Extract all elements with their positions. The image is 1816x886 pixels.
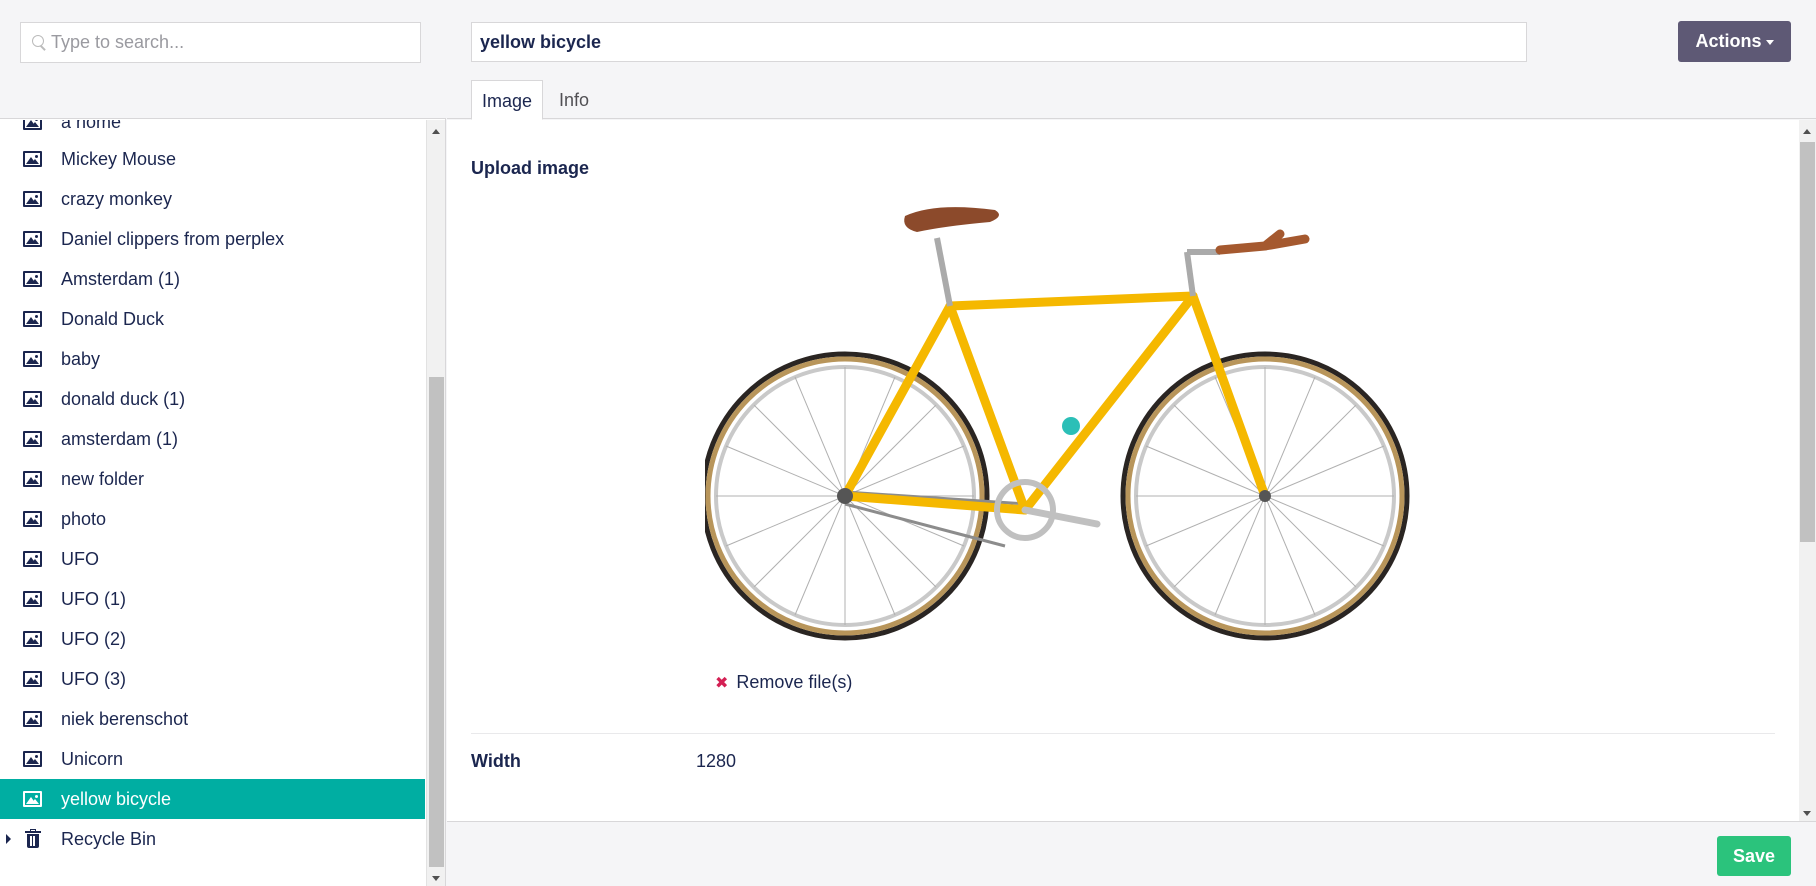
- image-icon: [23, 791, 42, 807]
- remove-icon: ✖: [715, 674, 729, 692]
- tree-item-label: Daniel clippers from perplex: [61, 229, 285, 249]
- tree-item-label: photo: [61, 509, 107, 529]
- search-box[interactable]: [20, 22, 421, 63]
- tree-item-label: UFO (1): [61, 589, 126, 609]
- tree-item-label: baby: [61, 349, 101, 369]
- tree-item-label: Donald Duck: [61, 309, 165, 329]
- tab-info[interactable]: Info: [543, 80, 605, 120]
- tree-item-label: Amsterdam (1): [61, 269, 181, 289]
- tree-item[interactable]: Unicorn: [0, 739, 425, 779]
- tree-item[interactable]: Amsterdam (1): [0, 259, 425, 299]
- tree-item-label: donald duck (1): [61, 389, 186, 409]
- bicycle-image[interactable]: [705, 194, 1425, 714]
- save-button[interactable]: Save: [1717, 836, 1791, 876]
- editor-content: Upload image ✖ Remove file(s) Width 1280: [447, 120, 1799, 821]
- search-input[interactable]: [51, 32, 411, 53]
- tree-item[interactable]: photo: [0, 499, 425, 539]
- tree-panel: a home Mickey Mouse crazy monkey Daniel …: [0, 0, 446, 886]
- image-icon: [23, 191, 42, 207]
- scrollbar-thumb[interactable]: [1800, 142, 1815, 542]
- scroll-down-icon[interactable]: [432, 876, 440, 881]
- tree-item-label: niek berenschot: [61, 709, 189, 729]
- tree-item[interactable]: Donald Duck: [0, 299, 425, 339]
- trash-icon: [25, 829, 41, 849]
- tree-item-recycle-bin[interactable]: Recycle Bin: [0, 819, 425, 859]
- tree-item[interactable]: niek berenschot: [0, 699, 425, 739]
- caret-down-icon: [1765, 39, 1774, 45]
- name-field[interactable]: [471, 22, 1527, 62]
- tree-item-label: UFO (2): [61, 629, 126, 649]
- image-icon: [23, 351, 42, 367]
- tree-item-label: UFO: [61, 549, 99, 569]
- width-label: Width: [471, 751, 521, 771]
- image-icon: [23, 120, 42, 130]
- width-value: 1280: [696, 751, 737, 771]
- tree-item-label: new folder: [61, 469, 145, 489]
- scroll-up-icon[interactable]: [432, 129, 440, 134]
- image-icon: [23, 271, 42, 287]
- image-icon: [23, 471, 42, 487]
- tree-item-label: crazy monkey: [61, 189, 173, 209]
- tree-item-label: Unicorn: [61, 749, 124, 769]
- image-icon: [23, 311, 42, 327]
- tree-item[interactable]: donald duck (1): [0, 379, 425, 419]
- editor-scrollbar[interactable]: [1799, 120, 1816, 821]
- tree-item[interactable]: baby: [0, 339, 425, 379]
- divider: [471, 733, 1775, 734]
- image-icon: [23, 231, 42, 247]
- tree-item[interactable]: new folder: [0, 459, 425, 499]
- tab-image[interactable]: Image: [471, 80, 543, 120]
- image-icon: [23, 551, 42, 567]
- image-icon: [23, 151, 42, 167]
- editor-footer: Save: [447, 821, 1816, 886]
- tree-item[interactable]: Mickey Mouse: [0, 139, 425, 179]
- remove-files-label: Remove file(s): [736, 672, 853, 692]
- tree-item[interactable]: Daniel clippers from perplex: [0, 219, 425, 259]
- expand-caret-icon[interactable]: [6, 834, 11, 844]
- scroll-up-icon[interactable]: [1803, 129, 1811, 134]
- tree-item[interactable]: amsterdam (1): [0, 419, 425, 459]
- image-icon: [23, 511, 42, 527]
- tree-scrollbar[interactable]: [426, 120, 445, 886]
- image-icon: [23, 431, 42, 447]
- image-icon: [23, 671, 42, 687]
- editor-header: Actions Image Info: [447, 0, 1816, 120]
- tree-item-label: amsterdam (1): [61, 429, 179, 449]
- scrollbar-thumb[interactable]: [429, 377, 444, 867]
- tree-item-label: UFO (3): [61, 669, 126, 689]
- upload-image-label: Upload image: [471, 158, 590, 178]
- tree-item[interactable]: UFO (3): [0, 659, 425, 699]
- tree-item-selected[interactable]: yellow bicycle: [0, 779, 425, 819]
- tree-header: [0, 0, 446, 119]
- scroll-down-icon[interactable]: [1803, 811, 1811, 816]
- tree-item[interactable]: UFO (1): [0, 579, 425, 619]
- image-icon: [23, 391, 42, 407]
- image-icon: [23, 751, 42, 767]
- search-icon: [21, 22, 51, 63]
- actions-label: Actions: [1695, 31, 1762, 51]
- tree-item-label: Recycle Bin: [61, 829, 157, 849]
- media-tree: a home Mickey Mouse crazy monkey Daniel …: [0, 120, 426, 886]
- remove-files-link[interactable]: ✖ Remove file(s): [715, 672, 852, 693]
- image-icon: [23, 591, 42, 607]
- actions-button[interactable]: Actions: [1678, 21, 1791, 62]
- tree-item-label: Mickey Mouse: [61, 149, 177, 169]
- image-icon: [23, 711, 42, 727]
- image-icon: [23, 631, 42, 647]
- tree-item-label: yellow bicycle: [61, 789, 172, 809]
- tree-item[interactable]: UFO: [0, 539, 425, 579]
- tree-item[interactable]: crazy monkey: [0, 179, 425, 219]
- tree-item[interactable]: UFO (2): [0, 619, 425, 659]
